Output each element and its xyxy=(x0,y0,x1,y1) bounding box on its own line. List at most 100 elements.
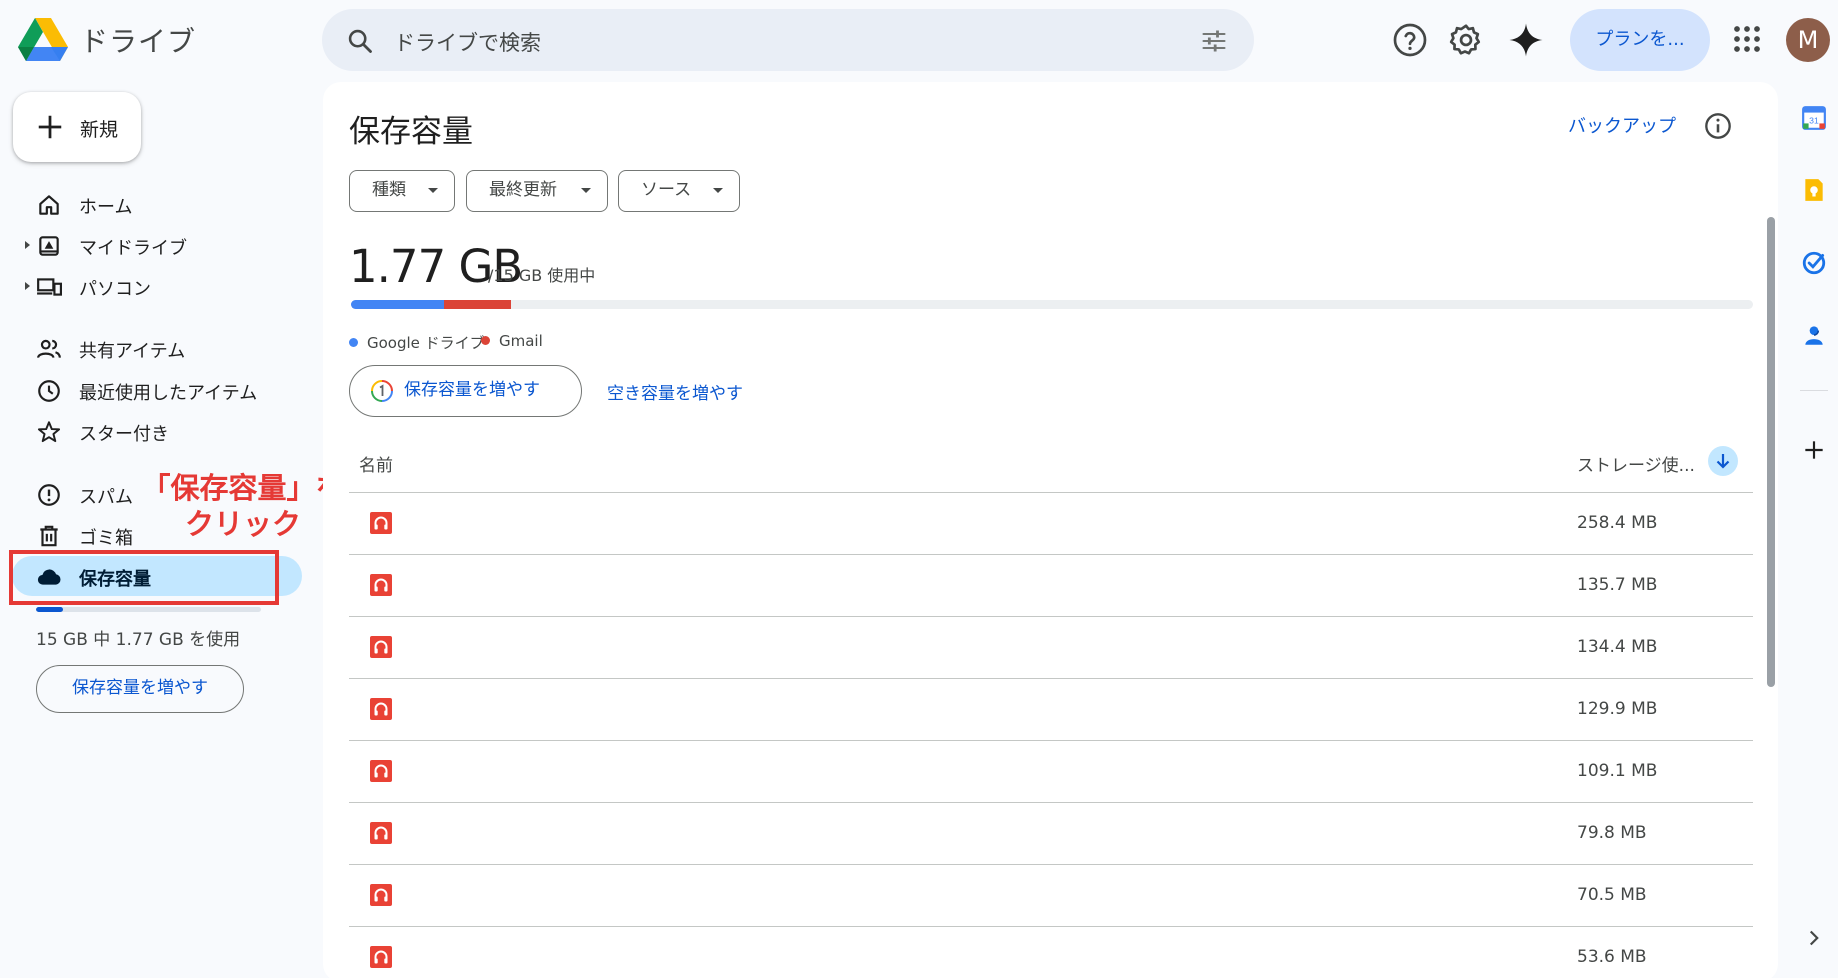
dropdown-caret-icon xyxy=(428,188,438,193)
sidebar-item-home[interactable]: ホーム xyxy=(12,184,302,224)
dropdown-caret-icon xyxy=(581,188,591,193)
page-title: 保存容量 xyxy=(349,114,473,150)
filter-label: ソース xyxy=(641,180,692,200)
legend-drive: Google ドライブ xyxy=(349,332,485,353)
chevron-right-icon[interactable] xyxy=(1801,925,1827,951)
app-title[interactable]: ドライブ xyxy=(80,20,196,60)
sidebar-item-starred[interactable]: スター付き xyxy=(12,411,302,451)
drive-logo-icon[interactable] xyxy=(18,18,68,62)
sidebar-storage-bar xyxy=(36,607,261,612)
tasks-icon[interactable] xyxy=(1801,250,1827,276)
table-row[interactable]: 70.5 MB xyxy=(349,864,1753,926)
calendar-icon[interactable]: 31 xyxy=(1801,105,1827,131)
contacts-icon[interactable] xyxy=(1801,322,1827,348)
sort-direction-button[interactable] xyxy=(1708,446,1738,476)
table-row[interactable]: 129.9 MB xyxy=(349,678,1753,740)
backup-link[interactable]: バックアップ xyxy=(1568,112,1676,138)
sidebar-item-shared[interactable]: 共有アイテム xyxy=(12,328,302,368)
annotation-callout: 「保存容量」を クリック xyxy=(138,470,348,542)
annotation-line-2: クリック xyxy=(184,507,301,541)
file-size: 79.8 MB xyxy=(1577,823,1647,843)
gemini-sparkle-icon[interactable] xyxy=(1508,22,1544,58)
sidebar-item-label: 共有アイテム xyxy=(79,341,186,362)
audio-file-icon xyxy=(370,822,392,844)
new-button-label: 新規 xyxy=(80,119,119,141)
filter-modified-chip[interactable]: 最終更新 xyxy=(466,170,608,212)
sidebar-item-my-drive[interactable]: マイドライブ xyxy=(12,225,302,265)
file-size: 109.1 MB xyxy=(1577,761,1658,781)
audio-file-icon xyxy=(370,512,392,534)
file-size: 135.7 MB xyxy=(1577,575,1658,595)
shared-people-icon xyxy=(37,339,61,359)
google-apps-icon[interactable] xyxy=(1732,24,1762,54)
table-row[interactable]: 134.4 MB xyxy=(349,616,1753,678)
scrollbar-thumb[interactable] xyxy=(1767,217,1775,687)
table-row[interactable]: 53.6 MB xyxy=(349,926,1753,978)
column-header-name[interactable]: 名前 xyxy=(359,451,393,476)
search-input[interactable]: ドライブで検索 xyxy=(394,27,541,57)
annotation-highlight-box xyxy=(9,550,279,605)
filter-type-chip[interactable]: 種類 xyxy=(349,170,455,212)
audio-file-icon xyxy=(370,884,392,906)
storage-usage-bar xyxy=(351,300,1753,309)
sidebar-item-label: マイドライブ xyxy=(79,238,187,259)
sidebar-item-computers[interactable]: パソコン xyxy=(12,266,302,306)
file-list: 258.4 MB 135.7 MB 134.4 MB 129.9 MB 109.1 MB… xyxy=(349,492,1753,978)
rail-divider xyxy=(1800,390,1828,391)
audio-file-icon xyxy=(370,760,392,782)
audio-file-icon xyxy=(370,946,392,968)
table-row[interactable]: 79.8 MB xyxy=(349,802,1753,864)
arrow-down-icon xyxy=(1716,454,1730,469)
google-one-icon xyxy=(371,380,393,402)
sidebar-item-label: ゴミ箱 xyxy=(79,528,133,549)
audio-file-icon xyxy=(370,698,392,720)
search-options-icon[interactable] xyxy=(1200,27,1228,55)
storage-usage-text: 15 GB 中 1.77 GB を使用 xyxy=(36,630,241,650)
expand-arrow-icon[interactable] xyxy=(24,239,32,251)
free-up-space-link[interactable]: 空き容量を増やす xyxy=(607,379,743,404)
add-addon-icon[interactable] xyxy=(1801,437,1827,463)
table-row[interactable]: 109.1 MB xyxy=(349,740,1753,802)
sidebar-item-label: スパム xyxy=(79,487,133,508)
expand-arrow-icon[interactable] xyxy=(24,280,32,292)
audio-file-icon xyxy=(370,636,392,658)
sidebar-storage-bar-fill xyxy=(36,607,63,612)
column-header-storage[interactable]: ストレージ使... xyxy=(1577,451,1695,476)
legend-label: Google ドライブ xyxy=(367,334,485,352)
legend-gmail: Gmail xyxy=(481,332,543,350)
account-avatar[interactable]: M xyxy=(1786,18,1830,62)
star-icon xyxy=(37,421,61,443)
my-drive-icon xyxy=(39,236,59,256)
legend-dot xyxy=(349,338,358,347)
sidebar-item-label: スター付き xyxy=(79,424,169,445)
clock-icon xyxy=(38,380,60,402)
new-button[interactable]: 新規 xyxy=(13,92,141,162)
filter-source-chip[interactable]: ソース xyxy=(618,170,740,212)
dropdown-caret-icon xyxy=(713,188,723,193)
filter-label: 種類 xyxy=(372,180,406,200)
spam-icon xyxy=(38,484,60,506)
sidebar-get-storage-button[interactable]: 保存容量を増やす xyxy=(36,665,244,713)
legend-label: Gmail xyxy=(499,332,543,350)
settings-gear-icon[interactable] xyxy=(1448,22,1484,58)
file-size: 258.4 MB xyxy=(1577,513,1658,533)
search-icon xyxy=(348,29,372,53)
home-icon xyxy=(39,195,59,215)
table-row[interactable]: 258.4 MB xyxy=(349,492,1753,554)
search-bar[interactable]: ドライブで検索 xyxy=(322,9,1254,71)
file-size: 53.6 MB xyxy=(1577,947,1647,967)
info-icon[interactable] xyxy=(1704,112,1732,140)
table-row[interactable]: 135.7 MB xyxy=(349,554,1753,616)
sidebar-item-recent[interactable]: 最近使用したアイテム xyxy=(12,370,302,410)
audio-file-icon xyxy=(370,574,392,596)
help-icon[interactable] xyxy=(1392,22,1428,58)
file-size: 70.5 MB xyxy=(1577,885,1647,905)
scrollbar[interactable] xyxy=(1767,217,1775,777)
usage-segment-gmail xyxy=(443,300,511,309)
file-size: 134.4 MB xyxy=(1577,637,1658,657)
keep-icon[interactable] xyxy=(1801,177,1827,203)
upgrade-plan-button[interactable]: プランを... xyxy=(1570,9,1710,71)
plus-icon xyxy=(38,115,62,139)
get-storage-button[interactable]: 保存容量を増やす xyxy=(349,365,582,417)
sidebar-item-label: ホーム xyxy=(79,197,133,218)
